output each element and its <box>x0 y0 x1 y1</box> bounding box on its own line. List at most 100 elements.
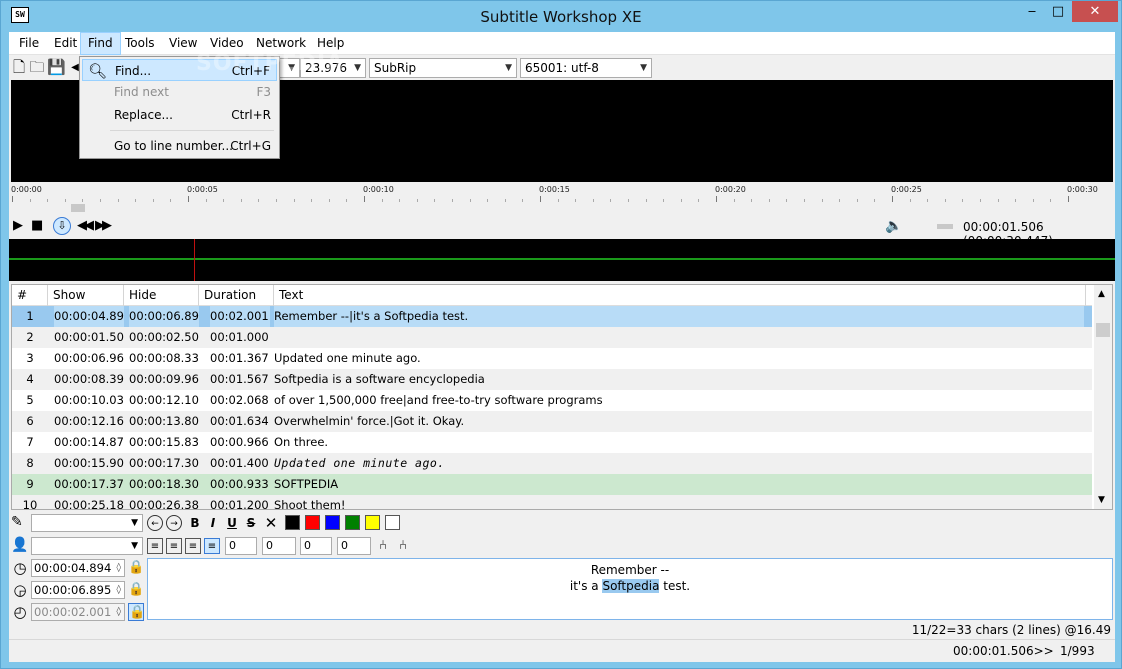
timeline-tick <box>680 199 682 202</box>
color-swatch[interactable] <box>385 515 400 530</box>
menu-item-replace[interactable]: Replace... Ctrl+R <box>82 104 277 126</box>
table-row[interactable]: 8 00:00:15.905 00:00:17.305 00:01.400 Update… <box>12 453 1092 474</box>
table-row[interactable]: 3 00:00:06.963 00:00:08.330 00:01.367 Update… <box>12 348 1092 369</box>
row-hide-time: 00:00:02.506 <box>129 330 199 344</box>
menu-item-goto-line[interactable]: Go to line number... Ctrl+G <box>82 135 277 157</box>
merge-icon[interactable]: ⑃ <box>395 538 411 554</box>
undo-icon[interactable]: ← <box>147 515 163 531</box>
hide-time-field[interactable]: 00:00:06.895 ◊ <box>31 581 125 599</box>
position-input[interactable]: 0 <box>337 537 371 555</box>
color-swatch[interactable] <box>305 515 320 530</box>
row-number: 3 <box>26 351 34 365</box>
clear-format-icon[interactable]: ✕ <box>263 515 279 531</box>
show-time-field[interactable]: 00:00:04.894 ◊ <box>31 559 125 577</box>
timeline-tick <box>223 199 225 202</box>
table-row[interactable]: 7 00:00:14.871 00:00:15.837 00:00.966 On thr… <box>12 432 1092 453</box>
scroll-down-icon[interactable]: ▼ <box>1098 495 1105 505</box>
header-duration[interactable]: Duration <box>199 285 274 306</box>
subtitle-text-editor[interactable]: Remember -- it's a Softpedia test. <box>147 558 1113 620</box>
timeline-tick <box>399 199 401 202</box>
scroll-thumb[interactable] <box>1096 323 1110 337</box>
scroll-up-icon[interactable]: ▲ <box>1098 289 1105 299</box>
minimize-button[interactable]: ‒ <box>1019 1 1045 22</box>
split-icon[interactable]: ⑃ <box>375 538 391 554</box>
menu-item-find-next[interactable]: Find next F3 <box>82 81 277 103</box>
color-swatch[interactable] <box>325 515 340 530</box>
encoding-combo[interactable]: 65001: utf-8 ▼ <box>520 58 652 78</box>
color-swatch[interactable] <box>345 515 360 530</box>
margin-left-input[interactable]: 0 <box>225 537 257 555</box>
timeline-ruler[interactable]: 0:00:00 0:00:05 0:00:10 0:00:15 0:00:20 … <box>11 182 1113 214</box>
header-hide[interactable]: Hide <box>124 285 199 306</box>
actor-combo[interactable]: ▼ <box>31 537 143 555</box>
menu-edit[interactable]: Edit <box>47 32 84 55</box>
stop-icon[interactable]: ■ <box>31 218 43 234</box>
grid-scrollbar[interactable]: ▲ ▼ <box>1094 285 1112 509</box>
menu-file[interactable]: File <box>12 32 46 55</box>
waveform-display[interactable] <box>9 239 1115 281</box>
rewind-icon[interactable]: ◀◀ <box>77 218 94 234</box>
timeline-scrubber[interactable] <box>71 204 85 212</box>
style-combo[interactable]: ▼ <box>31 514 143 532</box>
table-row[interactable]: 4 00:00:08.398 00:00:09.965 00:01.567 Softpe… <box>12 369 1092 390</box>
menu-separator <box>110 130 274 131</box>
strikethrough-button[interactable]: S <box>243 515 259 531</box>
volume-slider[interactable] <box>937 224 953 229</box>
grid-header: # Show Hide Duration Text <box>12 285 1092 306</box>
new-file-icon[interactable]: 🗋 <box>11 59 27 76</box>
color-swatch[interactable] <box>365 515 380 530</box>
align-left-icon[interactable]: ≡ <box>147 538 163 554</box>
table-row[interactable]: 5 00:00:10.032 00:00:12.100 00:02.068 of ove… <box>12 390 1092 411</box>
margin-right-input[interactable]: 0 <box>262 537 296 555</box>
duration-lock-icon[interactable]: 🔒 <box>128 603 145 621</box>
timeline-tick <box>962 199 964 202</box>
row-number: 9 <box>26 477 34 491</box>
table-row[interactable]: 10 00:00:25.181 00:00:26.381 00:01.200 Shoot… <box>12 495 1092 509</box>
header-show[interactable]: Show <box>48 285 124 306</box>
forward-icon[interactable]: ▶▶ <box>95 218 112 234</box>
underline-button[interactable]: U <box>224 515 240 531</box>
open-folder-icon[interactable]: 🗀 <box>29 59 45 76</box>
timeline-tick <box>839 199 841 202</box>
timeline-tick <box>311 199 313 202</box>
row-show-time: 00:00:01.506 <box>54 330 124 344</box>
hide-lock-icon[interactable]: 🔒 <box>128 581 144 599</box>
menu-find[interactable]: Find <box>80 32 121 55</box>
color-swatch[interactable] <box>285 515 300 530</box>
maximize-button[interactable]: □ <box>1045 1 1071 22</box>
close-button[interactable]: ✕ <box>1072 1 1118 22</box>
timeline-tick <box>117 199 119 202</box>
play-icon[interactable]: ▶ <box>13 218 23 234</box>
show-lock-icon[interactable]: 🔒 <box>128 559 144 577</box>
table-row[interactable]: 6 00:00:12.168 00:00:13.802 00:01.634 Overwh… <box>12 411 1092 432</box>
timeline-tick <box>82 199 84 202</box>
align-justify-icon[interactable]: ≡ <box>204 538 220 554</box>
editor-line-2: it's a Softpedia test. <box>148 578 1112 594</box>
italic-button[interactable]: I <box>205 515 221 531</box>
row-duration: 00:00.966 <box>210 435 269 449</box>
margin-vertical-input[interactable]: 0 <box>300 537 332 555</box>
timeline-tick <box>469 199 471 202</box>
format-combo[interactable]: SubRip ▼ <box>369 58 517 78</box>
header-num[interactable]: # <box>12 285 48 306</box>
table-row[interactable]: 9 00:00:17.373 00:00:18.306 00:00.933 SOFTPE… <box>12 474 1092 495</box>
editor-text-pre: it's a <box>569 579 603 593</box>
bold-button[interactable]: B <box>187 515 203 531</box>
menu-tools[interactable]: Tools <box>118 32 162 55</box>
table-row[interactable]: 1 00:00:04.894 00:00:06.895 00:02.001 Rememb… <box>12 306 1092 327</box>
row-show-time: 00:00:10.032 <box>54 393 124 407</box>
duration-field[interactable]: 00:00:02.001 ◊ <box>31 603 125 621</box>
header-text[interactable]: Text <box>274 285 1086 306</box>
align-right-icon[interactable]: ≡ <box>185 538 201 554</box>
row-show-time: 00:00:17.373 <box>54 477 124 491</box>
follow-playback-icon[interactable]: ⇩ <box>53 217 71 235</box>
table-row[interactable]: 2 00:00:01.506 00:00:02.506 00:01.000 <box>12 327 1092 348</box>
actor-icon: 👤 <box>11 537 29 553</box>
save-icon[interactable]: 💾 <box>47 59 66 76</box>
volume-icon[interactable]: 🔈 <box>885 218 902 234</box>
timeline-tick <box>751 199 753 202</box>
align-center-icon[interactable]: ≡ <box>166 538 182 554</box>
row-text: Overwhelmin' force.|Got it. Okay. <box>274 414 465 428</box>
redo-icon[interactable]: → <box>166 515 182 531</box>
row-duration: 00:01.567 <box>210 372 269 386</box>
